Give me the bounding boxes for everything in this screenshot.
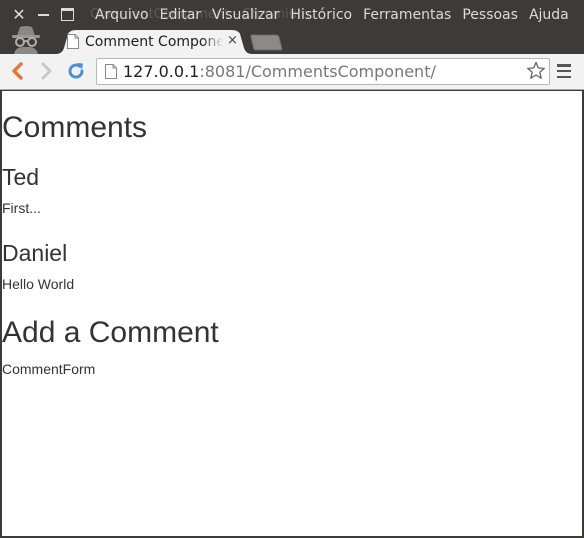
url-path: :8081/CommentsComponent/	[199, 62, 436, 81]
comment-item: Daniel Hello World	[2, 240, 74, 292]
add-comment-heading: Add a Comment	[2, 316, 219, 349]
tab-strip: Comment Component ×	[0, 26, 584, 54]
window-close-button[interactable]: ✕	[10, 4, 28, 24]
new-tab-button[interactable]	[250, 34, 284, 51]
page-viewport: Comments Ted First... Daniel Hello World…	[2, 91, 582, 536]
comment-form-placeholder: CommentForm	[2, 361, 96, 377]
incognito-icon	[12, 26, 40, 54]
browser-toolbar: 127.0.0.1:8081/CommentsComponent/	[0, 54, 584, 90]
window-maximize-button[interactable]	[58, 4, 76, 24]
back-arrow-icon[interactable]	[6, 60, 28, 82]
url-host: 127.0.0.1	[123, 62, 200, 81]
url-text: 127.0.0.1:8081/CommentsComponent/	[123, 63, 436, 81]
page-title: Comments	[2, 111, 148, 144]
menu-item-visualizar[interactable]: Visualizar	[212, 6, 279, 24]
menu-item-arquivo[interactable]: Arquivo	[95, 6, 149, 24]
comment-text: Hello World	[2, 276, 75, 292]
menu-item-editar[interactable]: Editar	[160, 6, 201, 24]
forward-arrow-icon[interactable]	[36, 60, 58, 82]
page-icon	[105, 64, 117, 79]
comment-text: First...	[2, 200, 41, 216]
comment-item: Ted First...	[2, 164, 41, 216]
window-minimize-button[interactable]	[34, 4, 52, 24]
menu-item-ferramentas[interactable]: Ferramentas	[363, 6, 451, 24]
page-icon	[67, 34, 79, 49]
comment-author: Daniel	[2, 240, 68, 266]
comment-author: Ted	[2, 164, 40, 190]
menu-bar: Arquivo Editar Visualizar Histórico Ferr…	[95, 6, 580, 24]
star-icon[interactable]	[526, 61, 546, 81]
menu-item-pessoas[interactable]: Pessoas	[462, 6, 518, 24]
title-bar: ✕ CommentComponent - Chromium Arquivo Ed…	[0, 0, 584, 30]
tab-close-icon[interactable]: ×	[227, 33, 238, 49]
window-frame-left	[0, 90, 2, 538]
reload-icon[interactable]	[65, 60, 87, 82]
tab-comment-component[interactable]: Comment Component ×	[56, 30, 252, 54]
hamburger-menu-icon[interactable]	[557, 64, 571, 78]
menu-item-ajuda[interactable]: Ajuda	[529, 6, 569, 24]
address-bar[interactable]: 127.0.0.1:8081/CommentsComponent/	[96, 58, 550, 85]
tab-title: Comment Component	[85, 34, 223, 50]
menu-item-historico[interactable]: Histórico	[290, 6, 352, 24]
